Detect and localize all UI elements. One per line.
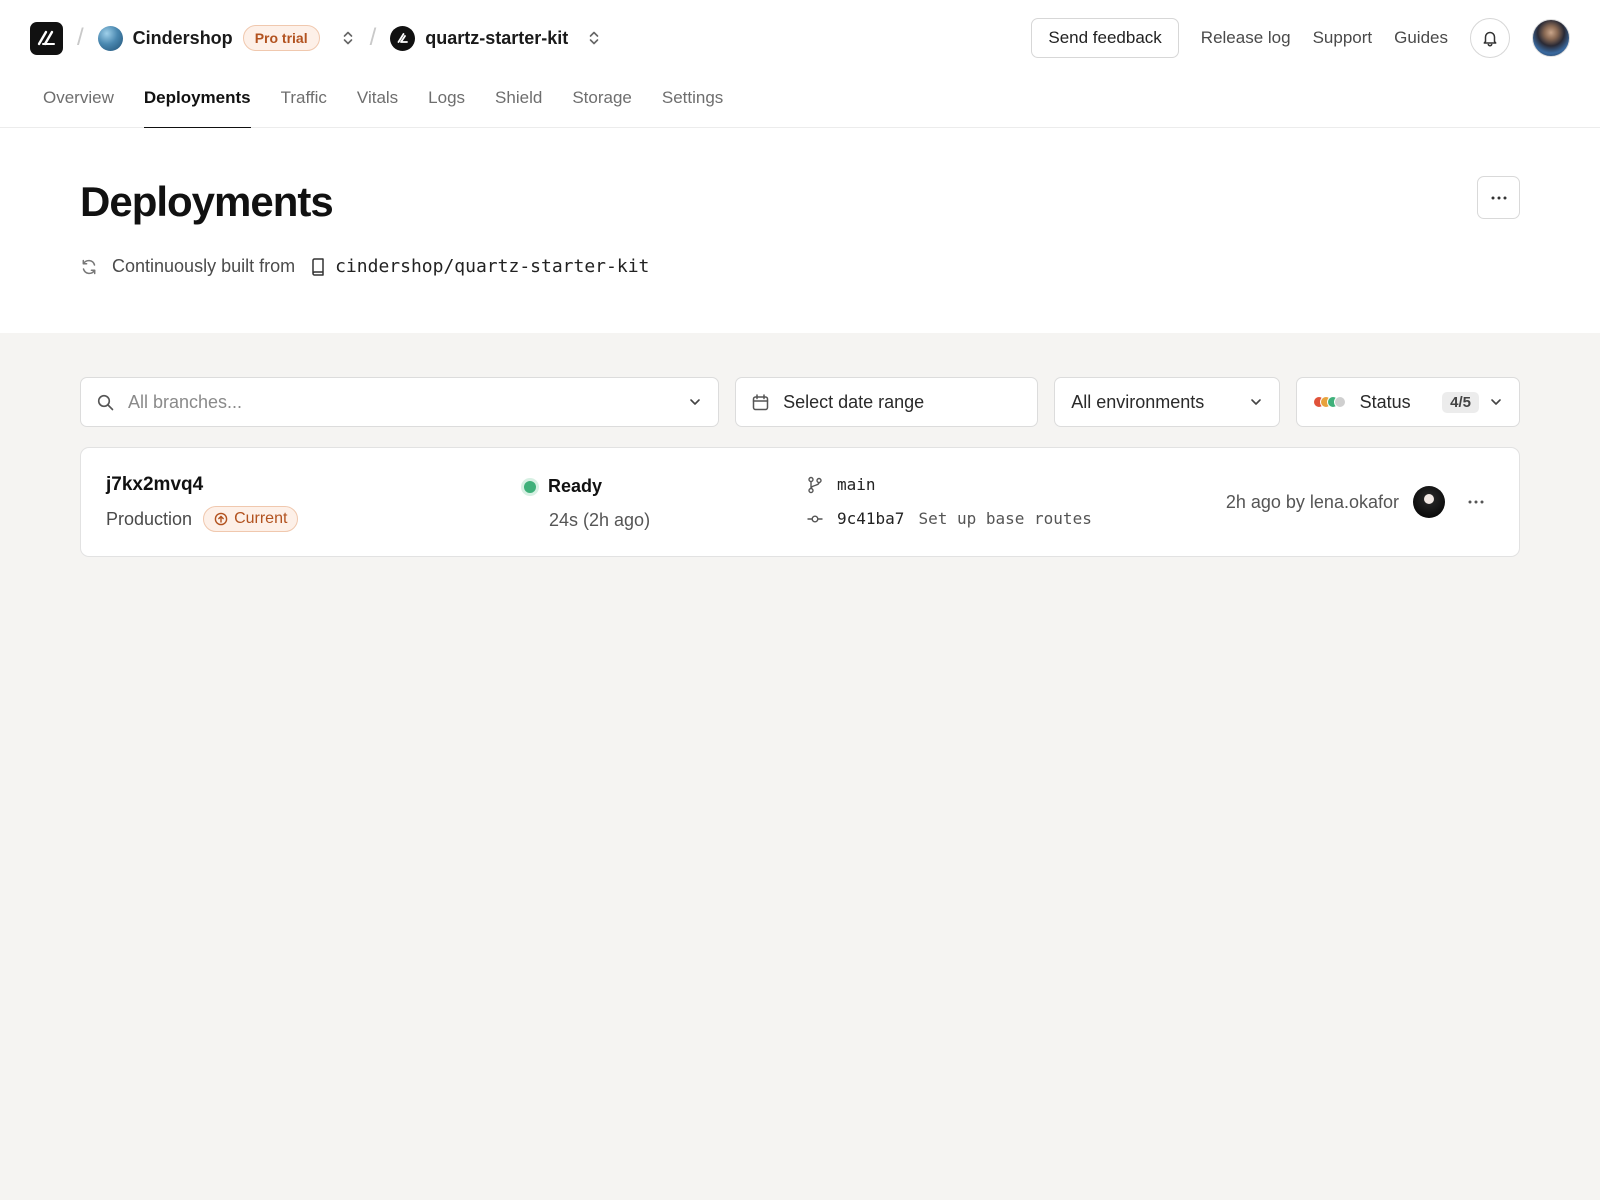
current-badge-label: Current xyxy=(234,510,288,527)
ellipsis-icon xyxy=(1468,500,1484,504)
repository-link[interactable]: cindershop/quartz-starter-kit xyxy=(335,256,649,277)
deployment-row[interactable]: j7kx2mvq4 Production Current Ready 24s (… xyxy=(80,447,1520,557)
release-log-link[interactable]: Release log xyxy=(1201,28,1291,48)
deployment-status: Ready xyxy=(524,476,602,497)
tab-settings[interactable]: Settings xyxy=(662,76,723,128)
status-dot xyxy=(524,480,536,493)
tab-shield[interactable]: Shield xyxy=(495,76,542,128)
tab-overview[interactable]: Overview xyxy=(43,76,114,128)
git-branch-icon xyxy=(807,476,823,494)
status-count-badge: 4/5 xyxy=(1442,391,1479,413)
tab-vitals[interactable]: Vitals xyxy=(357,76,398,128)
environment-select[interactable]: All environments xyxy=(1054,377,1280,427)
calendar-icon xyxy=(752,393,769,411)
ellipsis-icon xyxy=(1491,196,1506,199)
page-more-options-button[interactable] xyxy=(1477,176,1520,219)
status-color-dot xyxy=(1333,396,1346,408)
plan-badge[interactable]: Pro trial xyxy=(242,25,320,51)
date-range-filter[interactable]: Select date range xyxy=(735,377,1039,427)
filters-bar: All branches... Select date range All en… xyxy=(80,377,1520,427)
chevron-down-icon xyxy=(1249,395,1263,409)
app-logo-icon[interactable] xyxy=(30,21,63,55)
page-title: Deployments xyxy=(80,178,334,225)
repository-icon xyxy=(311,257,325,276)
team-avatar[interactable] xyxy=(97,25,123,51)
sync-icon xyxy=(80,258,98,276)
build-source-line: Continuously built from cindershop/quart… xyxy=(80,256,1520,277)
deployments-content: All branches... Select date range All en… xyxy=(0,377,1600,557)
branch-search-input[interactable]: All branches... xyxy=(128,392,242,413)
header-actions: Send feedback Release log Support Guides xyxy=(1031,18,1570,58)
status-color-dots xyxy=(1312,396,1346,408)
commit-message: Set up base routes xyxy=(918,509,1092,528)
tab-traffic[interactable]: Traffic xyxy=(281,76,327,128)
page-heading-section: Deployments Continuously built from cind… xyxy=(0,128,1600,333)
deployment-environment: Production Current xyxy=(106,506,299,532)
status-filter-label: Status xyxy=(1359,391,1411,412)
breadcrumb-separator: / xyxy=(77,24,84,51)
environment-value: All environments xyxy=(1071,391,1205,412)
tab-logs[interactable]: Logs xyxy=(428,76,465,128)
tab-deployments[interactable]: Deployments xyxy=(143,76,251,129)
team-switcher-chevron-icon[interactable] xyxy=(340,29,356,47)
tab-storage[interactable]: Storage xyxy=(572,76,632,128)
top-header: / Cindershop Pro trial / quartz-starter-… xyxy=(0,0,1600,76)
deployment-meta: 2h ago by lena.okafor xyxy=(1225,492,1399,512)
guides-link[interactable]: Guides xyxy=(1394,28,1448,48)
deployment-more-button[interactable] xyxy=(1463,489,1489,515)
search-icon xyxy=(97,394,114,411)
deployment-duration: 24s (2h ago) xyxy=(549,510,651,530)
date-range-label: Select date range xyxy=(783,391,925,412)
send-feedback-button[interactable]: Send feedback xyxy=(1031,18,1179,58)
deployment-branch[interactable]: main xyxy=(807,475,876,494)
commit-hash[interactable]: 9c41ba7 xyxy=(837,509,904,528)
breadcrumb-separator: / xyxy=(369,24,377,51)
branch-name[interactable]: main xyxy=(837,475,876,494)
user-avatar[interactable] xyxy=(1532,19,1570,57)
current-badge: Current xyxy=(203,506,299,532)
deployment-id[interactable]: j7kx2mvq4 xyxy=(106,474,203,496)
status-filter[interactable]: Status 4/5 xyxy=(1295,377,1520,427)
team-name[interactable]: Cindershop xyxy=(133,28,233,49)
support-link[interactable]: Support xyxy=(1313,28,1373,48)
deployment-commit[interactable]: 9c41ba7 Set up base routes xyxy=(807,509,1092,528)
status-label: Ready xyxy=(548,476,603,496)
author-avatar[interactable] xyxy=(1413,486,1445,518)
project-avatar[interactable] xyxy=(390,25,416,51)
project-tabs: Overview Deployments Traffic Vitals Logs… xyxy=(0,76,1600,129)
notifications-bell-icon[interactable] xyxy=(1470,18,1510,58)
branch-filter[interactable]: All branches... xyxy=(80,377,720,427)
arrow-up-circle-icon xyxy=(214,512,228,526)
project-switcher-chevron-icon[interactable] xyxy=(586,29,602,47)
environment-label: Production xyxy=(106,508,193,529)
chevron-down-icon xyxy=(688,395,702,409)
git-commit-icon xyxy=(807,514,823,524)
project-name[interactable]: quartz-starter-kit xyxy=(425,28,568,49)
chevron-down-icon xyxy=(1489,395,1503,409)
built-from-label: Continuously built from xyxy=(112,256,296,276)
